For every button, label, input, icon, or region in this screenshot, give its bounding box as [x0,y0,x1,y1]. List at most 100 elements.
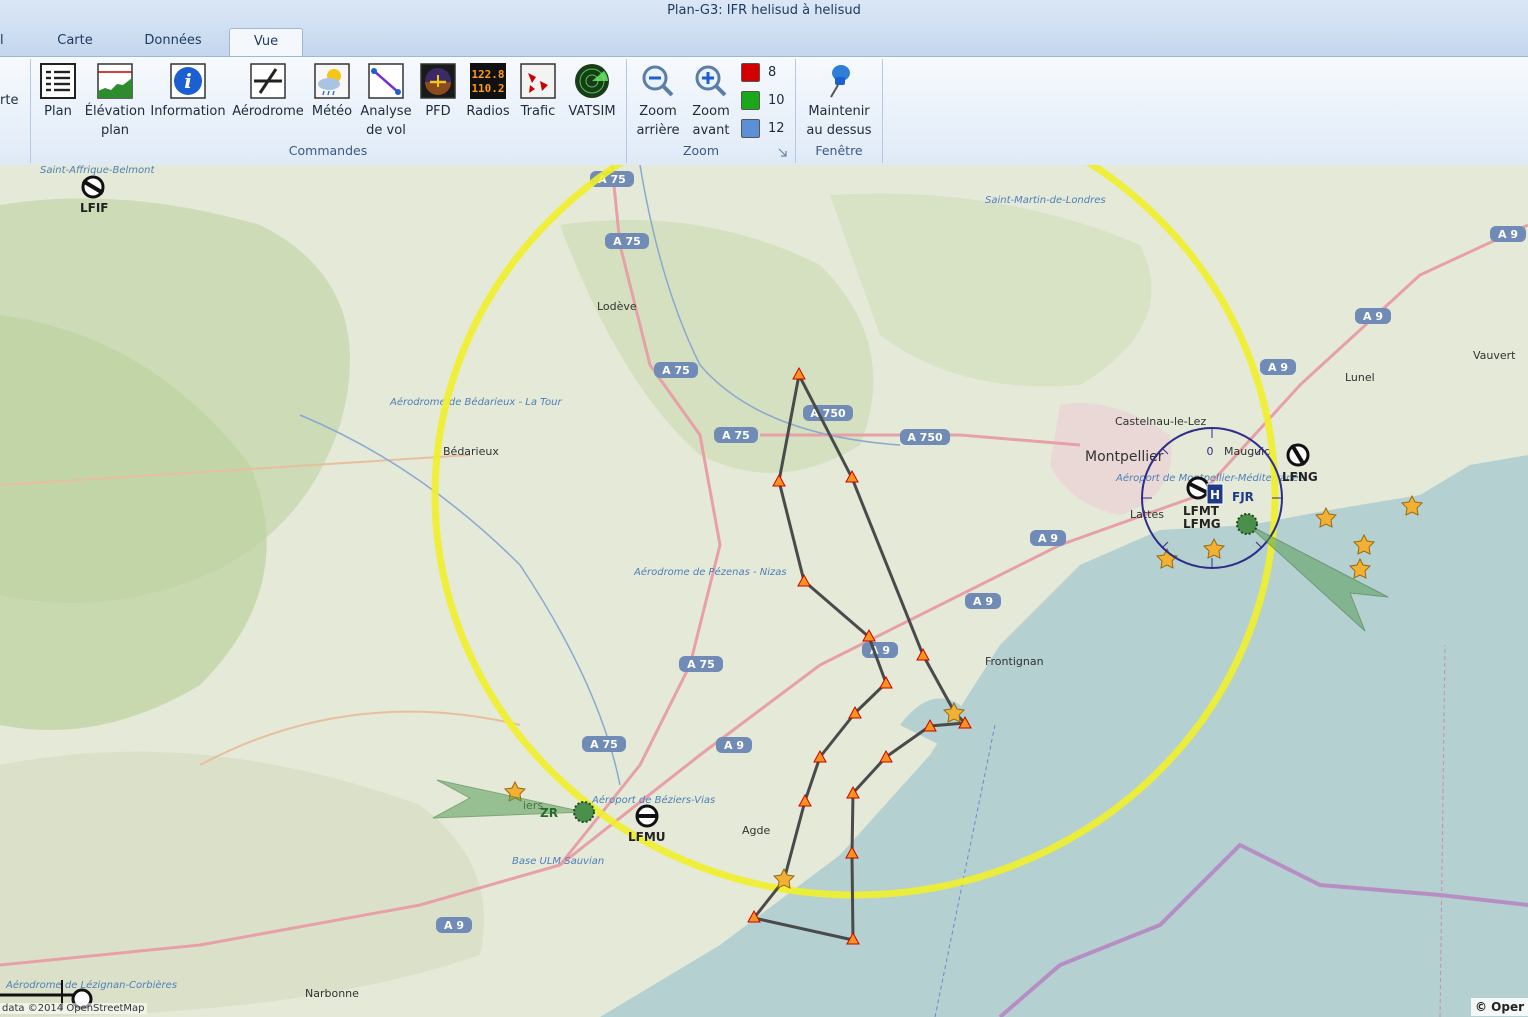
airport-lfmt[interactable]: H LFMT LFMG [1183,476,1224,531]
aerodrome-sauvian-label: Base ULM Sauvian [512,856,604,867]
aerodrome-label: Aérodrome [232,104,304,119]
tab-vue[interactable]: Vue [229,28,303,58]
radios-label: Radios [466,104,510,119]
zoom-in-button[interactable]: Zoom avant [686,61,736,141]
zoom-in-label-2: avant [692,123,730,138]
svg-text:A 9: A 9 [1363,310,1383,323]
road-shield-a9: A 9 [436,917,472,933]
place-lattes: Lattes [1130,508,1164,521]
elevation-label-2: plan [100,123,130,138]
elevation-plan-button[interactable]: Élévation plan [84,61,146,141]
tab-carte[interactable]: Carte [42,28,108,56]
radio-frequency-icon: 122.8 110.2 [470,63,506,99]
svg-text:A 75: A 75 [687,658,715,671]
analyse-vol-button[interactable]: Analyse de vol [358,61,414,141]
dialog-launcher-icon[interactable] [778,148,787,157]
place-bedarieux: Bédarieux [443,445,499,458]
place-lunel: Lunel [1345,371,1375,384]
analyse-label-2: de vol [366,123,406,138]
elevation-profile-icon [97,63,133,99]
road-shield-a750: A 750 [803,405,853,421]
meteo-button[interactable]: Météo [310,61,354,141]
zoom-in-label-1: Zoom [692,104,730,119]
aerodrome-top-left-label: Saint-Affrique-Belmont [40,165,156,176]
zoom-level-10[interactable]: 10 [741,91,785,111]
svg-text:A 9: A 9 [444,919,464,932]
road-shield-a75: A 75 [582,736,626,752]
ribbon: rte Plan Élévation plan i Information Aé… [0,56,1528,166]
plan-icon [40,63,76,99]
place-agde: Agde [742,824,770,837]
traffic-aircraft-icon[interactable] [573,801,595,823]
information-label: Information [150,104,226,119]
map-attribution-right[interactable]: © Oper [1470,998,1528,1016]
traffic-aircraft-icon[interactable] [1236,513,1258,535]
map-attribution[interactable]: data ©2014 OpenStreetMap [0,1003,147,1014]
plan-button[interactable]: Plan [36,61,80,141]
traffic-icon [520,63,556,99]
pfd-button[interactable]: PFD [418,61,458,141]
aerodrome-st-martin-label: Saint-Martin-de-Londres [985,195,1106,206]
road-shield-a75: A 75 [605,233,649,249]
maintenir-au-dessus-button[interactable]: Maintenir au dessus [803,61,875,141]
road-shield-a9: A 9 [1490,226,1526,242]
trafic-label: Trafic [520,104,556,119]
road-shield-a75: A 75 [714,427,758,443]
airport-lfmg-label: LFMG [1183,517,1221,531]
vatsim-radar-icon [575,64,609,98]
zoom-out-label-2: arrière [636,123,680,138]
zoom-level-12-swatch [741,119,760,138]
tab-donnees[interactable]: Données [132,28,214,56]
traffic-label-zr: ZR [540,806,558,820]
map-view[interactable]: Lodève Bédarieux Montpellier Castelnau-l… [0,165,1528,1017]
svg-text:A 9: A 9 [1038,532,1058,545]
svg-text:A 9: A 9 [1268,361,1288,374]
svg-text:A 9: A 9 [1498,228,1518,241]
maintenir-label-1: Maintenir [808,104,870,119]
info-icon: i [170,63,206,99]
traffic-label-fjr: FJR [1232,490,1254,504]
aerodrome-pezenas-label: Aérodrome de Pézenas - Nizas [633,566,787,578]
road-shield-a75: A 75 [679,656,723,672]
svg-text:A 9: A 9 [973,595,993,608]
zoom-group-label: Zoom [682,143,720,158]
fenetre-group-label: Fenêtre [815,143,863,158]
commandes-group-label: Commandes [288,143,368,158]
zoom-level-10-value: 10 [768,93,785,108]
map-canvas[interactable]: Lodève Bédarieux Montpellier Castelnau-l… [0,165,1528,1017]
zoom-out-button[interactable]: Zoom arrière [632,61,684,141]
place-vauvert: Vauvert [1473,349,1516,362]
tab-previous[interactable]: l [0,28,20,56]
title-bar: Plan-G3: IFR helisud à helisud l Carte D… [0,0,1528,58]
airport-lfif-label: LFIF [80,201,109,215]
pfd-label: PFD [425,104,451,119]
svg-text:A 75: A 75 [613,235,641,248]
zoom-level-8[interactable]: 8 [741,63,776,83]
zoom-level-12[interactable]: 12 [741,119,785,139]
airport-lfmu-label: LFMU [628,830,666,844]
information-button[interactable]: i Information [150,61,226,141]
svg-text:A 750: A 750 [907,431,943,444]
maintenir-label-2: au dessus [806,123,872,138]
road-shield-a9: A 9 [862,642,898,658]
radio-freq-1: 122.8 [471,68,504,81]
radios-button[interactable]: 122.8 110.2 Radios [464,61,512,141]
road-shield-a750: A 750 [900,429,950,445]
runway-icon [250,63,286,99]
radio-freq-2: 110.2 [471,82,504,95]
trafic-button[interactable]: Trafic [518,61,558,141]
meteo-label: Météo [311,104,353,119]
flight-analysis-icon [368,63,404,99]
pushpin-icon [830,65,850,98]
zoom-level-8-value: 8 [768,65,777,80]
aerodrome-bedarieux-label: Aérodrome de Bédarieux - La Tour [389,396,563,408]
svg-text:A 75: A 75 [662,364,690,377]
vatsim-button[interactable]: VATSIM [564,61,620,141]
aerodrome-button[interactable]: Aérodrome [232,61,304,141]
place-castelnau: Castelnau-le-Lez [1115,415,1206,428]
zoom-out-label-1: Zoom [639,104,677,119]
previous-group-label: rte [0,93,19,108]
place-frontignan: Frontignan [985,655,1044,668]
road-shield-a9: A 9 [716,737,752,753]
airport-lfmt-label: LFMT [1183,504,1220,518]
